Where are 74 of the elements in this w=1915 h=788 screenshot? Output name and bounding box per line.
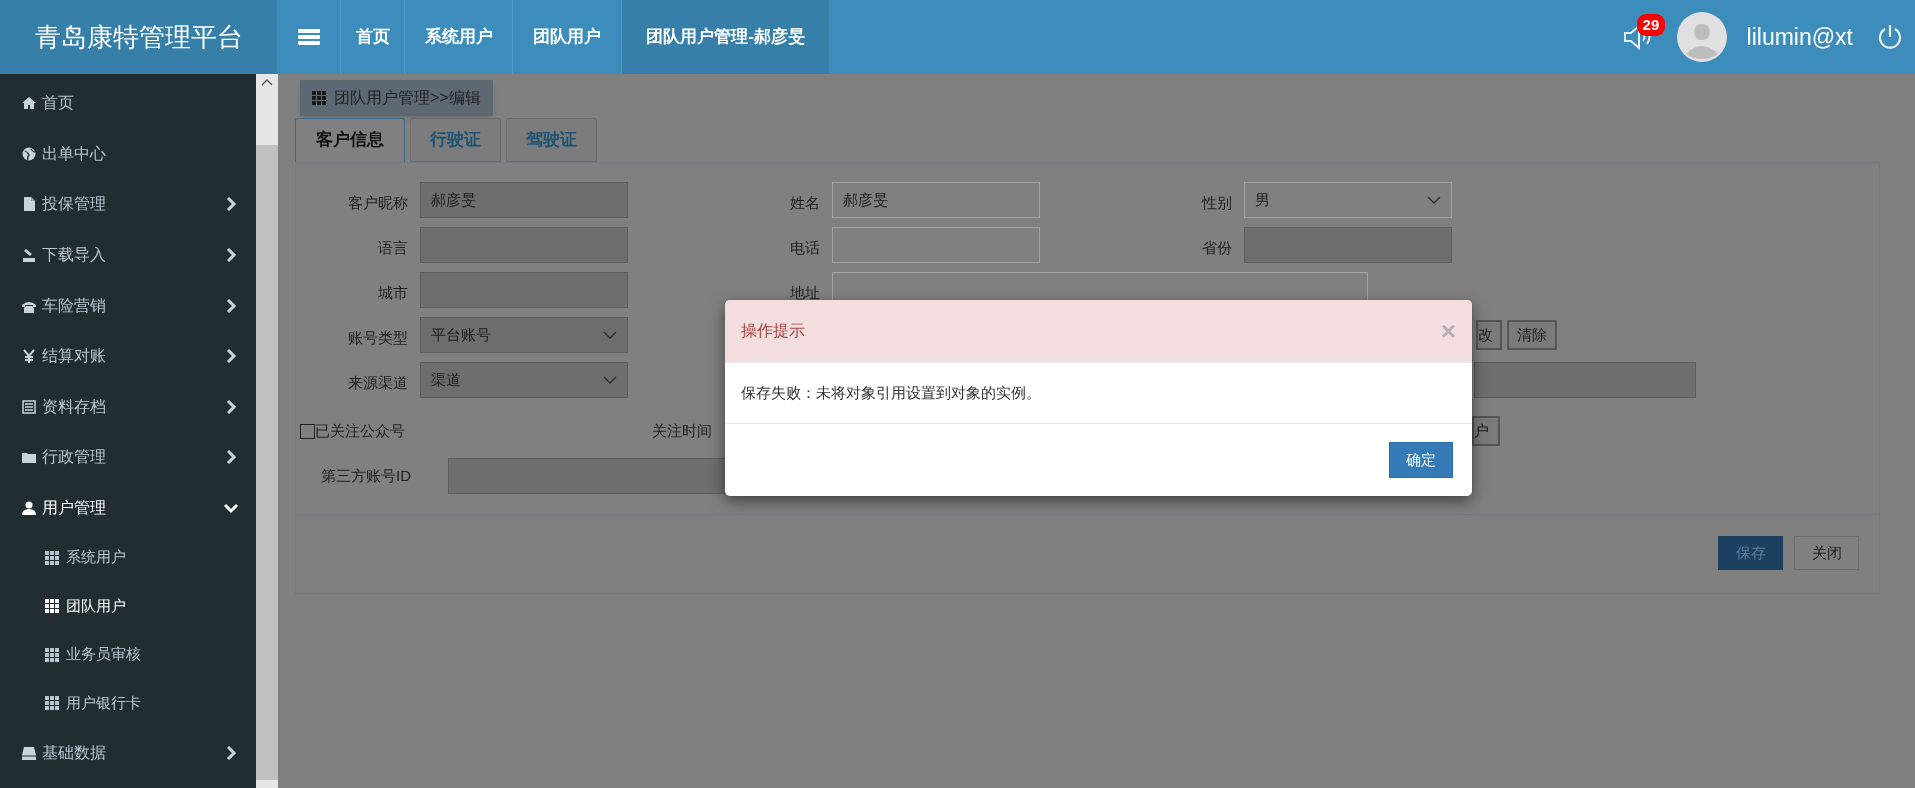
input-field[interactable] [1474,362,1696,398]
app-title[interactable]: 青岛康特管理平台 [0,0,277,74]
grid-icon [45,599,59,614]
sidebar-item[interactable]: 用户管理 [0,482,256,534]
form-button[interactable]: 户 [1472,416,1500,446]
field-label: 省份 [1201,237,1233,258]
document-icon [22,197,36,212]
dropdown[interactable]: 渠道 [420,362,628,398]
field-label: 电话 [789,237,821,258]
dialog-message: 保存失败：未将对象引用设置到对象的实例。 [741,382,1041,403]
confirm-button[interactable]: 确定 [1389,442,1453,478]
checkbox[interactable] [300,423,315,439]
field-label: 第三方账号ID [321,465,412,486]
caret-icon [1427,196,1441,204]
form-button[interactable]: 关闭 [1794,536,1859,570]
grid-icon [45,696,59,711]
input-field[interactable] [1244,227,1452,263]
dialog-title: 操作提示 [741,321,805,341]
sidebar-item[interactable]: 基础数据 [0,727,256,778]
form-button[interactable]: 改 [1476,320,1502,350]
caret-icon [603,331,617,339]
nav-tab[interactable]: 团队用户管理-郝彦旻 [621,0,829,74]
sidebar-item[interactable]: 行政管理 [0,432,256,483]
field-label: 城市 [377,282,409,303]
field-label: 客户昵称 [347,192,409,213]
input-field[interactable]: 郝彦旻 [420,182,628,218]
input-field[interactable] [420,272,628,308]
scroll-up-icon[interactable] [261,78,273,86]
power-icon[interactable] [1877,23,1903,51]
folder-icon [22,450,36,465]
sidebar-item[interactable]: 投保管理 [0,179,256,230]
checkbox-label: 已关注公众号 [315,420,406,441]
sidebar-item[interactable]: 车险营销 [0,280,256,331]
submenu-item[interactable]: 系统用户 [0,533,256,582]
form-button[interactable]: 保存 [1718,536,1783,570]
tab[interactable]: 客户信息 [295,118,405,162]
input-field[interactable] [420,227,628,263]
home-icon [22,96,36,111]
field-label: 地址 [789,282,821,303]
nav-tab[interactable]: 首页 [340,0,404,74]
user-icon [22,501,36,516]
field-label: 语言 [377,237,409,258]
username[interactable]: lilumin@xt [1746,19,1853,55]
caret-icon [603,376,617,384]
submenu-item[interactable]: 用户银行卡 [0,678,256,728]
avatar-icon[interactable] [1676,12,1727,62]
field-label: 账号类型 [347,327,409,348]
dropdown[interactable]: 平台账号 [420,317,628,353]
submenu-item[interactable]: 团队用户 [0,581,256,631]
sidebar-item[interactable]: 结算对账 [0,330,256,382]
globe-icon [22,146,36,161]
field-label: 性别 [1200,192,1233,213]
sidebar-item[interactable]: 下载导入 [0,229,256,281]
sidebar-item[interactable]: 首页 [0,78,256,129]
input-field[interactable] [832,227,1040,263]
download-icon [22,248,36,263]
field-label: 关注时间 [652,420,712,441]
yen-icon [22,349,36,364]
sidebar-item[interactable]: 出单中心 [0,128,256,180]
drive-icon [22,745,36,760]
grid-icon [45,550,59,565]
input-field[interactable]: 郝彦旻 [832,182,1040,218]
form-button[interactable]: 清除 [1507,320,1557,350]
grid-icon [45,647,59,662]
field-label: 姓名 [789,192,821,213]
grid-icon [312,91,326,105]
sidebar-item[interactable]: 资料存档 [0,381,256,433]
dropdown[interactable]: 男 [1244,182,1452,218]
submenu-item[interactable]: 业务员审核 [0,630,256,679]
field-label: 来源渠道 [347,372,409,393]
list-icon [22,399,36,414]
nav-tab[interactable]: 系统用户 [404,0,512,74]
breadcrumb-text: 团队用户管理>>编辑 [334,88,481,108]
notification-badge: 29 [1636,14,1666,36]
